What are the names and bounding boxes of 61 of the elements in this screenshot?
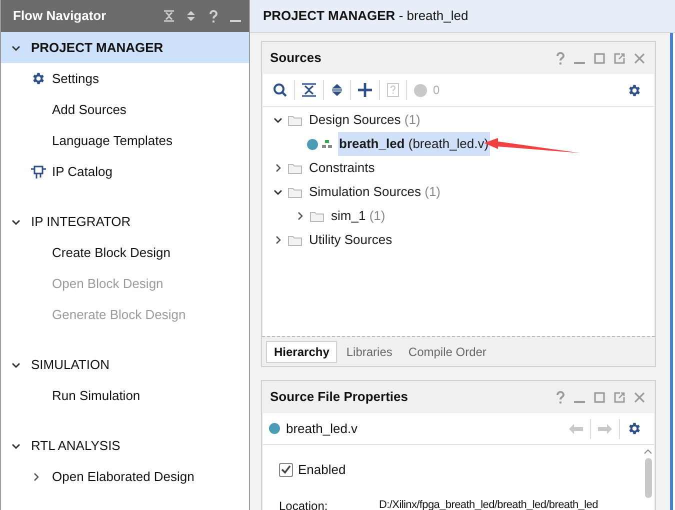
folder-icon: [288, 234, 302, 246]
add-icon[interactable]: [358, 83, 372, 97]
tree-item[interactable]: Design Sources (1): [309, 110, 420, 130]
field-label: Location:: [279, 498, 329, 510]
scroll-up-icon[interactable]: [644, 449, 652, 454]
float-icon[interactable]: [614, 392, 625, 402]
checkbox-label: Enabled: [298, 461, 346, 479]
panel-title: Sources: [270, 49, 322, 68]
expand-chevron-icon[interactable]: [295, 211, 305, 221]
tab[interactable]: Compile Order: [401, 340, 494, 362]
chip-icon: [31, 164, 46, 179]
collapse-chevron-icon[interactable]: [273, 115, 283, 125]
gear-icon[interactable]: [627, 82, 642, 98]
help-icon[interactable]: [555, 390, 565, 404]
maximize-icon[interactable]: [594, 52, 605, 64]
expand-all-icon[interactable]: [186, 10, 196, 22]
nav-item[interactable]: Language Templates: [52, 130, 172, 150]
page-title: PROJECT MANAGER - breath_led: [263, 7, 468, 26]
panel-title: Flow Navigator: [13, 7, 106, 26]
tree-item[interactable]: Constraints: [309, 158, 375, 178]
message-count: 0: [433, 82, 440, 99]
folder-icon: [310, 210, 324, 222]
tree-item[interactable]: breath_led (breath_led.v): [338, 132, 490, 156]
nav-item[interactable]: Create Block Design: [52, 242, 170, 262]
gear-icon[interactable]: [31, 71, 46, 86]
folder-icon: [288, 114, 302, 126]
nav-item[interactable]: Settings: [52, 68, 99, 88]
maximize-icon[interactable]: [594, 392, 605, 402]
float-icon[interactable]: [614, 52, 625, 64]
help-icon[interactable]: [555, 51, 565, 65]
section-header[interactable]: SIMULATION: [1, 349, 249, 380]
nav-item[interactable]: Open Elaborated Design: [52, 466, 194, 486]
help-icon[interactable]: [208, 9, 218, 23]
tree-item[interactable]: Simulation Sources (1): [309, 182, 441, 202]
expand-chevron-icon[interactable]: [273, 235, 283, 245]
tab[interactable]: Libraries: [339, 340, 400, 362]
folder-icon: [288, 186, 302, 198]
close-icon[interactable]: [634, 52, 645, 64]
tree-item[interactable]: sim_1 (1): [331, 206, 386, 226]
collapse-chevron-icon[interactable]: [273, 187, 283, 197]
checkbox[interactable]: [279, 462, 293, 477]
nav-item[interactable]: Run Simulation: [52, 386, 140, 406]
nav-item[interactable]: IP Catalog: [52, 162, 112, 182]
search-icon[interactable]: [273, 83, 287, 97]
expand-all-icon[interactable]: [331, 83, 343, 97]
section-header[interactable]: RTL ANALYSIS: [1, 430, 249, 461]
section-header[interactable]: IP INTEGRATOR: [1, 206, 249, 237]
tree-item[interactable]: Utility Sources: [309, 230, 392, 250]
expand-chevron-icon[interactable]: [31, 472, 41, 482]
close-icon[interactable]: [634, 392, 645, 402]
folder-icon: [288, 162, 302, 174]
gear-icon[interactable]: [627, 421, 642, 436]
tab[interactable]: Hierarchy: [266, 340, 338, 362]
section-header[interactable]: PROJECT MANAGER: [1, 32, 249, 63]
file-name: breath_led.v: [286, 420, 358, 438]
panel-title: Source File Properties: [270, 388, 408, 406]
nav-item[interactable]: Add Sources: [52, 100, 126, 120]
hierarchy-icon: [322, 140, 332, 148]
scrollbar-thumb[interactable]: [644, 458, 652, 498]
expand-chevron-icon[interactable]: [273, 163, 283, 173]
collapse-all-icon[interactable]: [302, 83, 316, 97]
